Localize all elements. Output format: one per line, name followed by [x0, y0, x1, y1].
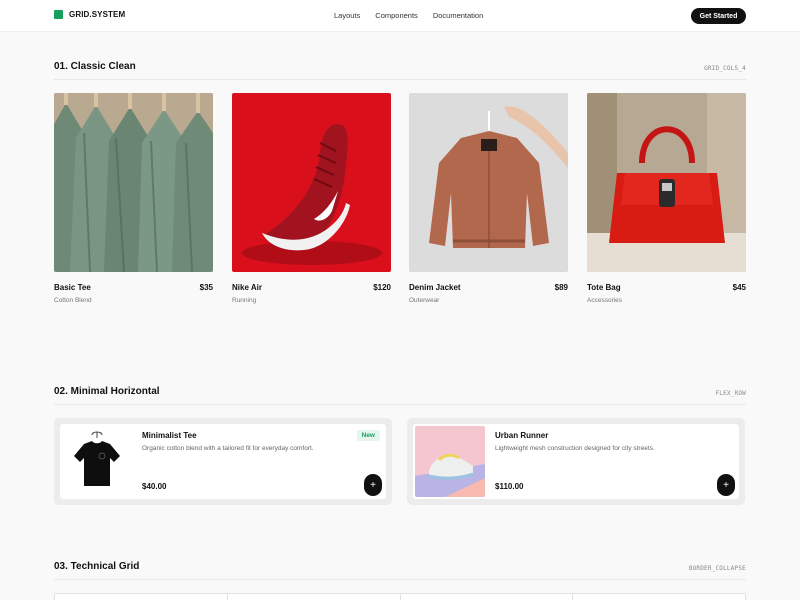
product-name: Denim Jacket — [409, 283, 461, 292]
product-category: Cotton Blend — [54, 297, 92, 304]
technical-grid — [54, 593, 746, 600]
main-nav: Layouts Components Documentation — [334, 11, 483, 20]
plus-icon: + — [370, 479, 376, 491]
product-price: $35 — [199, 283, 213, 292]
product-image-pastel-sneaker — [415, 426, 485, 497]
product-price: $89 — [554, 283, 568, 292]
top-header: GRID.SYSTEM Layouts Components Documenta… — [0, 0, 800, 32]
product-price: $110.00 — [495, 482, 524, 491]
section-divider — [54, 79, 746, 80]
product-name: Nike Air — [232, 283, 262, 292]
grid-cell — [55, 594, 228, 600]
section-divider — [54, 404, 746, 405]
product-name: Basic Tee — [54, 283, 91, 292]
product-description: Lightweight mesh construction designed f… — [495, 445, 655, 452]
product-image-hanging-tees — [54, 93, 213, 272]
horizontal-product-card[interactable]: Minimalist Tee Organic cotton blend with… — [54, 418, 392, 505]
product-card[interactable]: Tote Bag $45 Accessories — [587, 93, 746, 304]
section-tag: GRID_COLS_4 — [704, 65, 746, 72]
brand-name: GRID.SYSTEM — [69, 10, 126, 19]
add-to-cart-button[interactable]: + — [717, 474, 735, 496]
product-image-hanging-jacket — [409, 93, 568, 272]
product-card[interactable]: Basic Tee $35 Cotton Blend — [54, 93, 213, 304]
product-card[interactable]: Denim Jacket $89 Outerwear — [409, 93, 568, 304]
product-category: Running — [232, 297, 257, 304]
product-category: Outerwear — [409, 297, 440, 304]
nav-components[interactable]: Components — [375, 11, 418, 20]
section-title: 01. Classic Clean — [54, 61, 136, 72]
section-divider — [54, 579, 746, 580]
nav-documentation[interactable]: Documentation — [433, 11, 483, 20]
horizontal-product-card[interactable]: Urban Runner Lightweight mesh constructi… — [407, 418, 745, 505]
section-title: 03. Technical Grid — [54, 561, 140, 572]
section-tag: FLEX_ROW — [715, 390, 746, 397]
product-image-black-tee — [62, 426, 132, 497]
section-title: 02. Minimal Horizontal — [54, 386, 160, 397]
product-name: Urban Runner — [495, 431, 549, 440]
product-name: Tote Bag — [587, 283, 621, 292]
product-image-red-handbag — [587, 93, 746, 272]
grid-cell — [228, 594, 401, 600]
get-started-button[interactable]: Get Started — [691, 8, 746, 24]
product-description: Organic cotton blend with a tailored fit… — [142, 445, 314, 452]
product-price: $120 — [373, 283, 391, 292]
grid-cell — [401, 594, 574, 600]
brand-logo-icon — [54, 10, 63, 19]
grid-cell — [573, 594, 745, 600]
product-image-red-sneaker — [232, 93, 391, 272]
product-name: Minimalist Tee — [142, 431, 197, 440]
brand[interactable]: GRID.SYSTEM — [54, 10, 125, 19]
nav-layouts[interactable]: Layouts — [334, 11, 360, 20]
add-to-cart-button[interactable]: + — [364, 474, 382, 496]
product-price: $45 — [732, 283, 746, 292]
plus-icon: + — [723, 479, 729, 491]
section-tag: BORDER_COLLAPSE — [688, 565, 746, 572]
product-price: $40.00 — [142, 482, 167, 491]
product-category: Accessories — [587, 297, 623, 304]
product-card[interactable]: Nike Air $120 Running — [232, 93, 391, 304]
new-badge: New — [356, 430, 380, 441]
